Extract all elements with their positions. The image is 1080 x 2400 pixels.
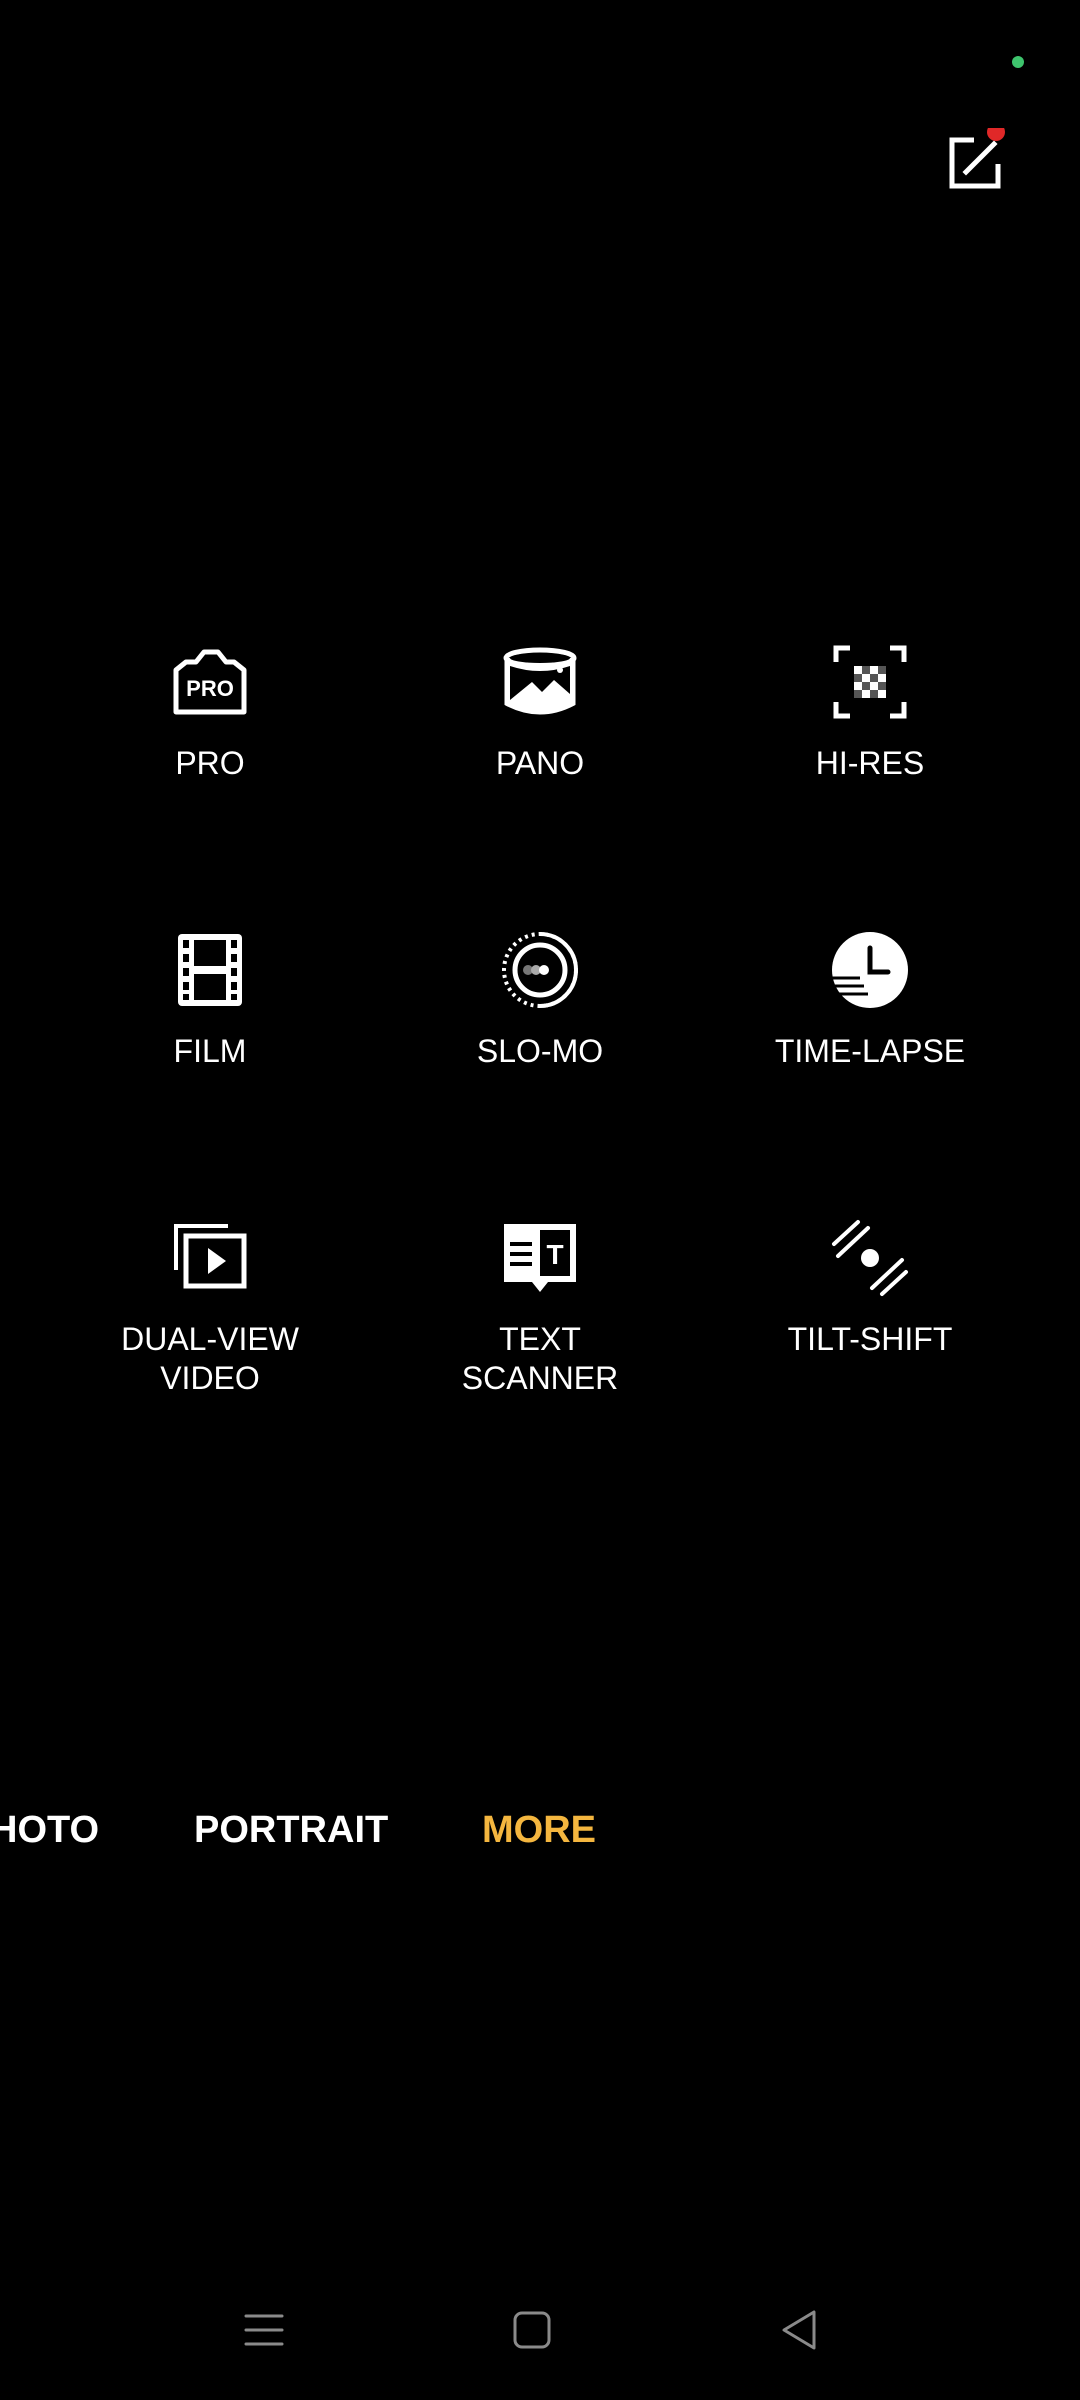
svg-text:T: T xyxy=(546,1239,563,1270)
mode-film[interactable]: FILM xyxy=(60,928,360,1071)
back-icon xyxy=(782,2310,816,2350)
dual-view-video-icon xyxy=(168,1216,252,1300)
mode-strip-portrait[interactable]: PORTRAIT xyxy=(194,1800,388,1860)
camera-mode-strip[interactable]: HOTO PORTRAIT MORE xyxy=(0,1800,1080,1860)
notification-badge xyxy=(987,128,1005,141)
slow-motion-icon xyxy=(498,928,582,1012)
mode-label: TEXT SCANNER xyxy=(461,1321,619,1396)
home-button[interactable] xyxy=(502,2300,562,2360)
hi-res-icon xyxy=(828,640,912,724)
time-lapse-icon xyxy=(828,928,912,1012)
film-icon xyxy=(168,928,252,1012)
pro-camera-icon: PRO xyxy=(168,640,252,724)
mode-dual-view-video[interactable]: DUAL-VIEW VIDEO xyxy=(60,1216,360,1398)
edit-modes-button[interactable] xyxy=(938,128,1010,200)
mode-tilt-shift[interactable]: TILT-SHIFT xyxy=(720,1216,1020,1359)
mode-label: DUAL-VIEW VIDEO xyxy=(121,1321,299,1396)
mode-label: PRO xyxy=(175,745,245,781)
text-scanner-icon: T xyxy=(498,1216,582,1300)
home-icon xyxy=(513,2311,551,2349)
mode-pano[interactable]: PANO xyxy=(390,640,690,783)
mode-slo-mo[interactable]: SLO-MO xyxy=(390,928,690,1071)
mode-strip-more[interactable]: MORE xyxy=(482,1800,596,1860)
mode-text-scanner[interactable]: T TEXT SCANNER xyxy=(390,1216,690,1398)
mode-label: FILM xyxy=(173,1033,247,1069)
mode-time-lapse[interactable]: TIME-LAPSE xyxy=(720,928,1020,1071)
menu-icon xyxy=(244,2314,284,2346)
tilt-shift-icon xyxy=(828,1216,912,1300)
camera-in-use-indicator xyxy=(1012,56,1024,68)
edit-square-icon xyxy=(949,128,1005,189)
mode-pro[interactable]: PRO PRO xyxy=(60,640,360,783)
navigation-bar xyxy=(0,2290,1080,2370)
recent-apps-button[interactable] xyxy=(234,2300,294,2360)
back-button[interactable] xyxy=(770,2300,830,2360)
mode-label: TIME-LAPSE xyxy=(774,1033,966,1069)
svg-text:PRO: PRO xyxy=(186,676,234,701)
mode-label: SLO-MO xyxy=(476,1033,604,1069)
mode-label: PANO xyxy=(495,745,585,781)
mode-label: HI-RES xyxy=(815,745,925,781)
mode-hi-res[interactable]: HI-RES xyxy=(720,640,1020,783)
mode-label: TILT-SHIFT xyxy=(787,1321,953,1357)
panorama-icon xyxy=(498,640,582,724)
mode-strip-photo[interactable]: HOTO xyxy=(0,1800,99,1860)
